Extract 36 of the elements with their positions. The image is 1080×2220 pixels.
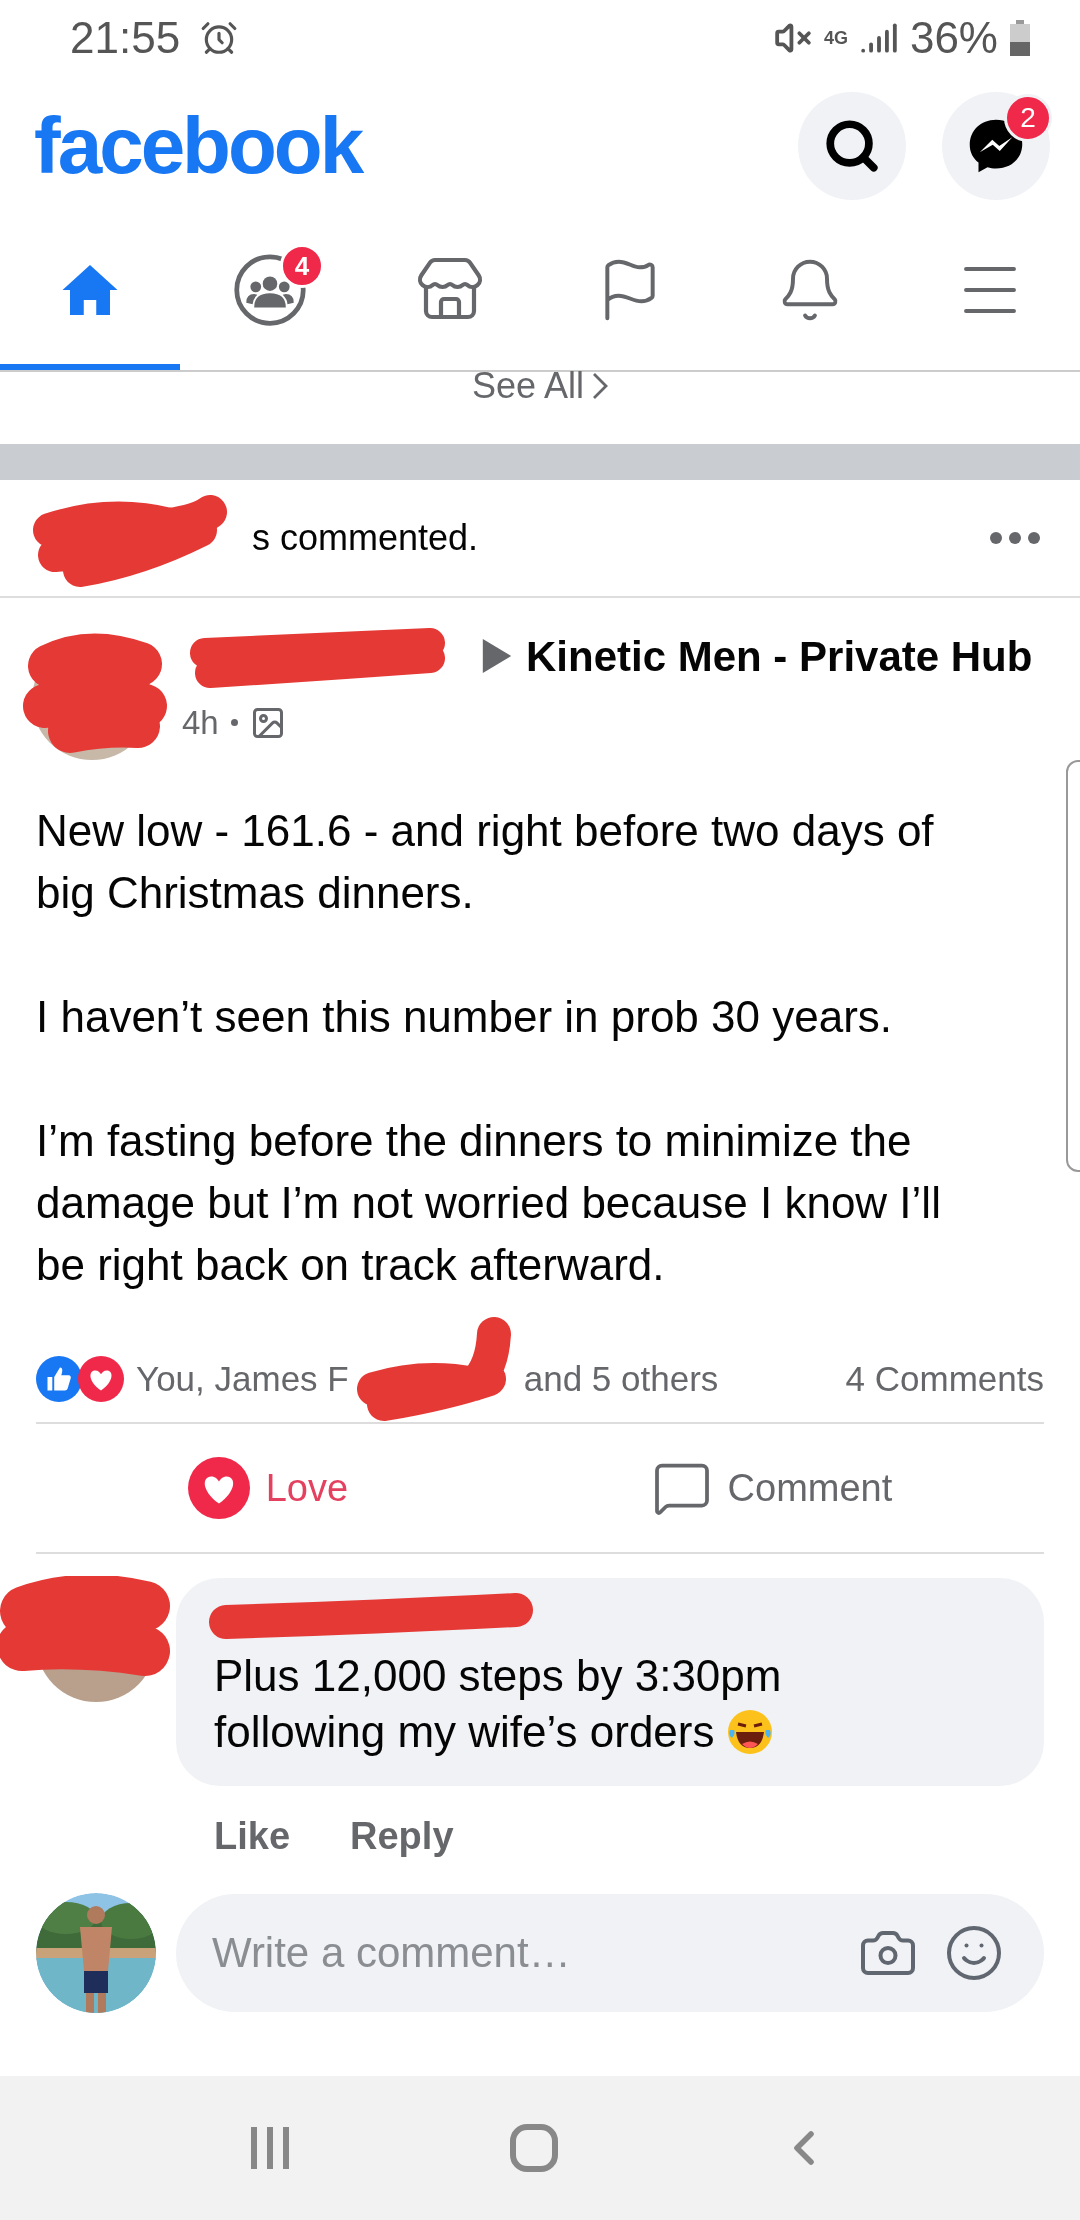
battery-percent: 36% [909, 12, 998, 64]
comment-text: Plus 12,000 steps by 3:30pm [214, 1650, 782, 1702]
reply-link[interactable]: Reply [350, 1808, 454, 1865]
chevron-icon [592, 372, 609, 400]
network-type: 4G [823, 26, 848, 50]
triangle-icon [482, 639, 512, 673]
notification-badge: 4 [280, 244, 324, 288]
groups-icon [232, 252, 308, 328]
laughing-emoji-icon [726, 1708, 775, 1756]
comment-input[interactable]: Write a comment… [176, 1894, 1044, 2012]
nav-tab[interactable]: 4 [180, 216, 360, 370]
post-text: I haven’t seen this number in prob 30 years. [36, 991, 894, 1043]
post-text: I’m fasting before the dinners to minimize the damage but I’m not worried because I know I’ll be right back on track afterward. [36, 1115, 942, 1291]
alarm-icon [200, 19, 239, 57]
post-time: 4h [182, 703, 219, 743]
battery-icon [1010, 20, 1030, 56]
like-link[interactable]: Like [214, 1808, 291, 1865]
reactions-text[interactable]: and 5 others [523, 1352, 719, 1406]
comment-text: following my wife’s orders [214, 1706, 715, 1758]
home-icon [60, 262, 120, 318]
comments-count[interactable]: 4 Comments [845, 1352, 1044, 1406]
emoji-icon[interactable] [944, 1923, 1004, 1983]
notification-text: s commented. [252, 516, 479, 560]
post-text: New low - 161.6 - and right before two days of big Christmas dinners. [36, 805, 935, 919]
more-icon [990, 532, 1040, 544]
clock-time: 21:55 [70, 12, 181, 64]
love-button[interactable]: Love [187, 1457, 349, 1519]
see-all-link[interactable]: See All [471, 368, 609, 404]
search-icon [823, 117, 881, 175]
home-button-icon[interactable] [509, 2123, 559, 2173]
love-reaction-icon [78, 1356, 124, 1402]
like-reaction-icon [36, 1356, 82, 1402]
group-name[interactable]: Kinetic Men - Private Hub [526, 633, 1033, 680]
facebook-logo: facebook [34, 100, 362, 192]
comment-button[interactable]: Comment [651, 1458, 893, 1518]
reactions-text[interactable]: You, James F [136, 1352, 349, 1406]
